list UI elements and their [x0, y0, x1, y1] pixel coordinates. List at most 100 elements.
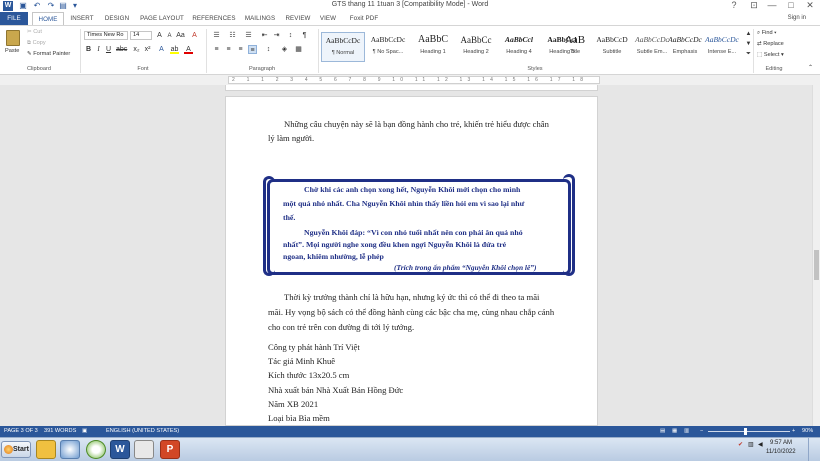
grow-font-icon[interactable]: A [155, 31, 164, 40]
styles-more-icon[interactable]: ⏷ [744, 50, 753, 59]
style-preview: AaBbCcDc [325, 36, 361, 45]
bold-icon[interactable]: B [84, 45, 93, 54]
horizontal-ruler[interactable]: 2 1 1 2 3 4 5 6 7 8 9 10 11 12 13 14 15 … [0, 75, 820, 85]
clock-date[interactable]: 11/10/2022 [766, 449, 796, 455]
tab-design[interactable]: DESIGN [100, 12, 134, 25]
language-indicator[interactable]: ENGLISH (UNITED STATES) [106, 428, 179, 434]
word-taskbar-icon[interactable]: W [110, 440, 130, 459]
style-intense-emphasis[interactable]: AaBbCcDc Intense E... [700, 32, 744, 62]
style-no-spacing[interactable]: AaBbCcDc ¶ No Spac... [366, 32, 410, 62]
font-color-icon[interactable]: A [184, 45, 193, 54]
browser-icon[interactable] [86, 440, 106, 459]
find-button[interactable]: ⌕ Find ▾ [757, 30, 776, 37]
paste-button[interactable]: Paste [5, 48, 19, 54]
style-normal[interactable]: AaBbCcDc ¶ Normal [321, 32, 365, 62]
zoom-slider[interactable] [708, 431, 790, 432]
strikethrough-icon[interactable]: abc [116, 45, 127, 54]
close-button[interactable]: ✕ [800, 0, 820, 12]
collapse-ribbon-icon[interactable]: ⌃ [806, 64, 815, 73]
replace-button[interactable]: ⇄ Replace [757, 41, 784, 47]
align-left-icon[interactable]: ≡ [212, 45, 221, 54]
italic-icon[interactable]: I [94, 45, 103, 54]
document-page[interactable]: Những câu chuyện này sẽ là bạn đồng hành… [225, 96, 598, 426]
superscript-icon[interactable]: x² [143, 45, 152, 54]
proofing-icon[interactable]: ▣ [82, 428, 87, 434]
volume-tray-icon[interactable]: ◀ [758, 441, 763, 448]
show-desktop-button[interactable] [808, 438, 818, 461]
tab-foxit-pdf[interactable]: Foxit PDF [344, 12, 384, 25]
zoom-out-icon[interactable]: − [700, 428, 703, 434]
zoom-in-icon[interactable]: + [792, 428, 795, 434]
print-layout-icon[interactable]: ▦ [672, 428, 677, 434]
styles-scroll-up-icon[interactable]: ▲ [744, 30, 753, 39]
paragraph-body-line-3: cho con trẻ trên con đường đi tới lý tưở… [268, 322, 415, 332]
change-case-icon[interactable]: Aa [176, 31, 185, 40]
scroll-text-box[interactable]: Chờ khi các anh chọn xong hết, Nguyễn Kh… [263, 174, 575, 276]
zoom-slider-thumb[interactable] [743, 428, 747, 435]
show-formatting-icon[interactable]: ¶ [300, 31, 309, 40]
shading-icon[interactable]: ◈ [280, 45, 289, 54]
tab-view[interactable]: VIEW [314, 12, 342, 25]
bullets-icon[interactable]: ☰ [212, 31, 221, 40]
borders-icon[interactable]: ▦ [294, 45, 303, 54]
justify-icon[interactable]: ≡ [248, 45, 257, 54]
scroll-line: Chờ khi các anh chọn xong hết, Nguyễn Kh… [304, 185, 521, 194]
page-count[interactable]: PAGE 3 OF 3 [4, 428, 38, 434]
numbering-icon[interactable]: ☷ [228, 31, 237, 40]
tab-insert[interactable]: INSERT [66, 12, 98, 25]
cut-button[interactable]: ✂ Cut [27, 29, 42, 35]
highlight-icon[interactable]: ab [170, 45, 179, 54]
detail-line: Công ty phát hành Trí Việt [268, 342, 360, 352]
start-button[interactable]: Start [1, 441, 31, 458]
subscript-icon[interactable]: x₂ [132, 45, 141, 54]
font-size-combo[interactable]: 14 [130, 31, 152, 40]
tab-references[interactable]: REFERENCES [190, 12, 238, 25]
underline-icon[interactable]: U [104, 45, 113, 54]
align-right-icon[interactable]: ≡ [236, 45, 245, 54]
word-count[interactable]: 391 WORDS [44, 428, 76, 434]
read-mode-icon[interactable]: ▤ [660, 428, 665, 434]
tab-file[interactable]: FILE [0, 12, 28, 25]
tab-mailings[interactable]: MAILINGS [240, 12, 280, 25]
file-explorer-icon[interactable] [36, 440, 56, 459]
zoom-level[interactable]: 90% [802, 428, 813, 434]
font-name-combo[interactable]: Times New Ro [84, 31, 128, 40]
web-layout-icon[interactable]: ▥ [684, 428, 689, 434]
copy-button[interactable]: ⧉ Copy [27, 40, 46, 47]
increase-indent-icon[interactable]: ⇥ [272, 31, 281, 40]
terminal-app-icon[interactable] [134, 440, 154, 459]
tab-home[interactable]: HOME [32, 12, 64, 26]
ribbon-display-button[interactable]: ⊡ [744, 0, 764, 12]
tab-review[interactable]: REVIEW [282, 12, 314, 25]
style-heading-1[interactable]: AaBbC Heading 1 [411, 32, 455, 62]
clear-formatting-icon[interactable]: A [190, 31, 199, 40]
sort-icon[interactable]: ↕ [286, 31, 295, 40]
minimize-button[interactable]: — [762, 0, 782, 12]
style-subtitle[interactable]: AaBbCcD Subtitle [590, 32, 634, 62]
tab-page-layout[interactable]: PAGE LAYOUT [136, 12, 188, 25]
decrease-indent-icon[interactable]: ⇤ [260, 31, 269, 40]
clock-time[interactable]: 9:57 AM [770, 440, 792, 446]
network-tray-icon[interactable]: ▥ [748, 441, 754, 448]
ribbon: Paste ✂ Cut ⧉ Copy ✎ Format Painter Clip… [0, 25, 820, 75]
media-app-icon[interactable] [60, 440, 80, 459]
styles-scroll-down-icon[interactable]: ▼ [744, 40, 753, 49]
multilevel-list-icon[interactable]: ☰ [244, 31, 253, 40]
paste-icon[interactable] [6, 30, 20, 46]
maximize-button[interactable]: □ [781, 0, 801, 12]
help-button[interactable]: ? [724, 0, 744, 12]
select-button[interactable]: ⬚ Select ▾ [757, 52, 784, 58]
style-heading-4[interactable]: AaBbCcl Heading 4 [497, 32, 541, 62]
scrollbar-thumb[interactable] [814, 250, 819, 280]
sign-in-link[interactable]: Sign in [788, 15, 806, 21]
align-center-icon[interactable]: ≡ [224, 45, 233, 54]
line-spacing-icon[interactable]: ↕ [264, 45, 273, 54]
powerpoint-taskbar-icon[interactable]: P [160, 440, 180, 459]
scroll-line: ngoan, khiêm nhường, lễ phép [283, 252, 384, 261]
vertical-scrollbar[interactable] [812, 85, 820, 426]
format-painter-button[interactable]: ✎ Format Painter [27, 51, 70, 57]
shrink-font-icon[interactable]: A [165, 32, 174, 41]
style-heading-2[interactable]: AaBbCc Heading 2 [454, 32, 498, 62]
security-tray-icon[interactable]: ✔ [738, 441, 743, 448]
text-effects-icon[interactable]: A [157, 45, 166, 54]
